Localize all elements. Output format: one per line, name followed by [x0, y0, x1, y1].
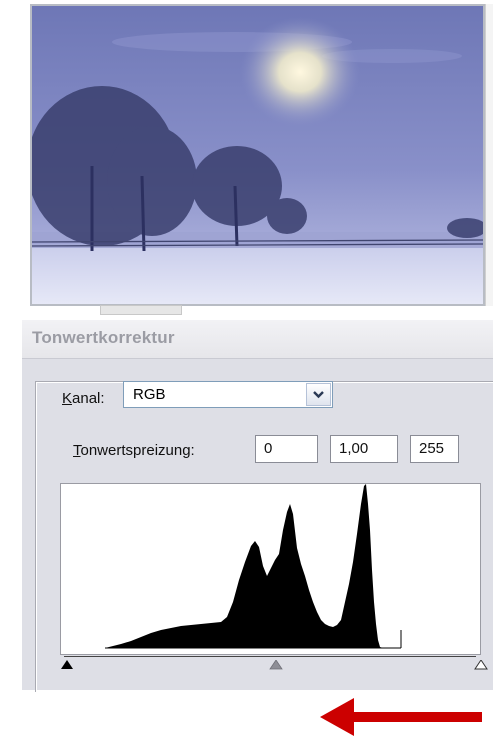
levels-dialog: Tonwertkorrektur Kanal: RGB Tonwertsprei… — [22, 320, 493, 693]
input-levels-slider[interactable] — [60, 656, 488, 674]
input-gamma-field[interactable]: 1,00 — [330, 435, 398, 463]
dialog-title-bar: Tonwertkorrektur — [22, 320, 493, 359]
horizontal-scrollbar[interactable] — [100, 305, 182, 315]
channel-select[interactable]: RGB — [123, 381, 333, 408]
histogram-shape — [105, 484, 383, 648]
channel-select-value: RGB — [133, 386, 166, 403]
dialog-title: Tonwertkorrektur — [32, 328, 175, 347]
triangle-white-icon[interactable] — [474, 660, 488, 670]
channel-label: Kanal: — [62, 390, 105, 407]
input-black-field[interactable]: 0 — [255, 435, 318, 463]
triangle-gray-icon[interactable] — [269, 660, 283, 670]
triangle-black-icon[interactable] — [60, 660, 74, 670]
photo-preview — [30, 4, 485, 306]
slider-track — [64, 656, 476, 657]
input-white-field[interactable]: 255 — [410, 435, 459, 463]
input-levels-label: Tonwertspreizung: — [73, 442, 195, 459]
chevron-down-icon[interactable] — [306, 383, 331, 406]
arrow-left-icon — [320, 698, 482, 736]
vertical-scrollbar[interactable] — [485, 4, 493, 306]
histogram — [60, 483, 481, 655]
